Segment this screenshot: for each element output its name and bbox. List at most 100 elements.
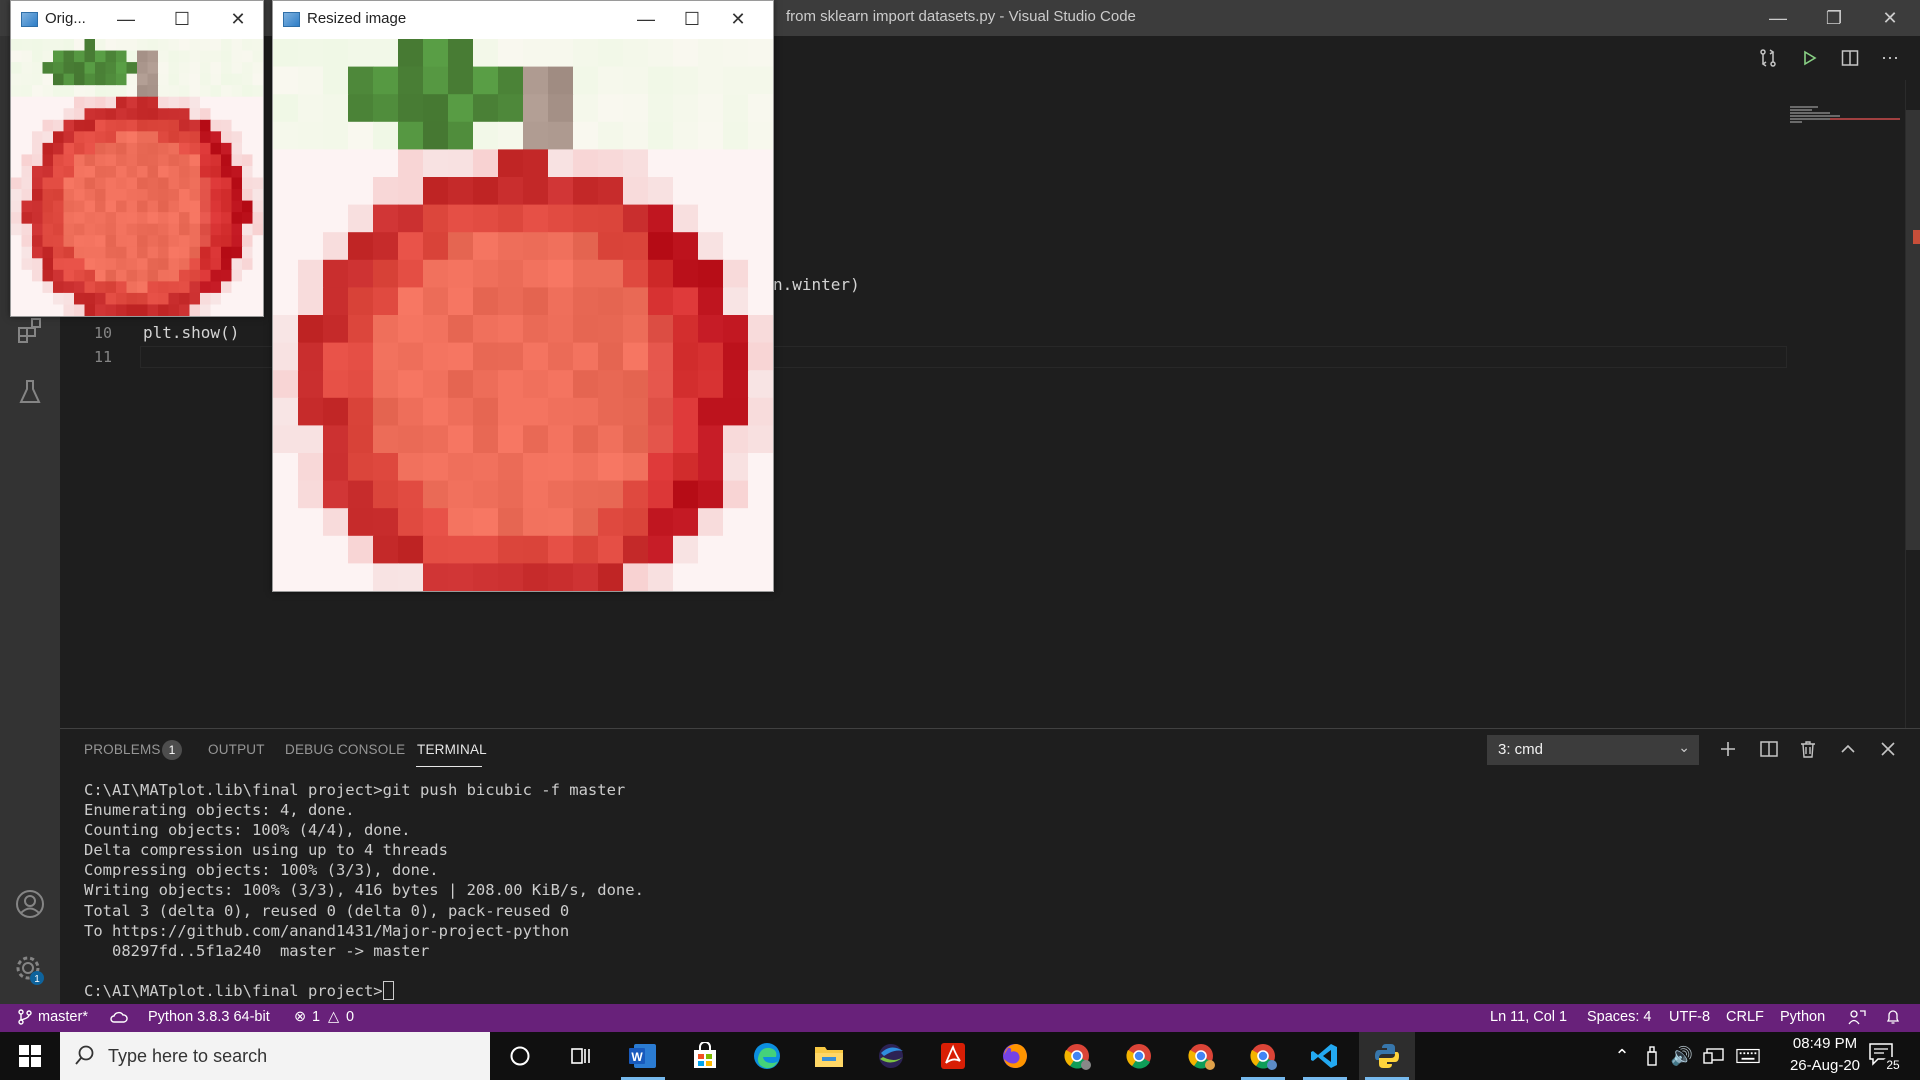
terminal-line: To https://github.com/anand1431/Major-pr… [84,921,570,940]
chrome-profile-1-icon[interactable] [1049,1032,1105,1080]
git-branch-icon [18,1009,32,1029]
terminal-line: Enumerating objects: 4, done. [84,801,355,820]
language-mode[interactable]: Python [1780,1009,1825,1025]
cortana-icon[interactable] [492,1032,548,1080]
adobe-acrobat-icon[interactable] [925,1032,981,1080]
apple-image-resized [273,39,773,591]
word-app-icon[interactable]: W [615,1032,671,1080]
terminal-selector-dropdown[interactable]: 3: cmd ⌄ [1487,735,1699,765]
vscode-app-icon[interactable] [1297,1032,1353,1080]
app-window-icon [283,12,300,27]
python-interpreter[interactable]: Python 3.8.3 64-bit [148,1009,270,1025]
git-branch[interactable]: master* [38,1009,88,1025]
original-image-titlebar[interactable]: Orig... — ☐ ✕ [11,1,263,37]
terminal-prompt: C:\AI\MATplot.lib\final project> [84,981,383,1000]
error-count[interactable]: 1 [312,1009,320,1025]
window-title: Resized image [307,10,407,27]
restore-button[interactable]: ❐ [1806,0,1862,36]
original-image-window[interactable]: Orig... — ☐ ✕ [10,0,264,317]
search-placeholder: Type here to search [108,1046,268,1066]
show-hidden-icons-chevron-icon[interactable]: ⌃ [1610,1042,1634,1070]
code-fragment: n.winter) [773,275,860,294]
status-bar: master* Python 3.8.3 64-bit ⊗ 1 △ 0 Ln 1… [0,1004,1920,1032]
tab-debug-console[interactable]: DEBUG CONSOLE [285,742,405,757]
active-tab-indicator [416,766,482,767]
chrome-profile-2-icon[interactable] [1173,1032,1229,1080]
close-button[interactable]: ✕ [715,1,761,37]
warning-count[interactable]: 0 [346,1009,354,1025]
microsoft-store-icon[interactable] [677,1032,733,1080]
clock-date[interactable]: 26-Aug-20 [1770,1057,1880,1074]
minimize-button[interactable]: — [623,1,669,37]
task-view-icon[interactable] [553,1032,609,1080]
close-button[interactable]: ✕ [1862,0,1918,36]
notifications-bell-icon[interactable] [1885,1009,1901,1029]
encoding[interactable]: UTF-8 [1669,1009,1710,1025]
error-scroll-marker [1913,230,1920,244]
python-app-icon[interactable] [1359,1032,1415,1080]
maximize-panel-chevron-up-icon[interactable] [1834,736,1862,762]
compare-changes-icon[interactable] [1754,46,1782,70]
search-icon [74,1044,96,1071]
minimize-button[interactable]: — [1750,0,1806,36]
close-button[interactable]: ✕ [215,1,261,37]
apple-image-original [11,39,263,316]
app-window-icon [21,12,38,27]
chrome-icon[interactable] [1111,1032,1167,1080]
taskbar-search-box[interactable]: Type here to search [60,1032,490,1080]
terminal-line: C:\AI\MATplot.lib\final project>git push… [84,781,626,799]
feedback-icon[interactable] [1848,1009,1866,1029]
more-actions-icon[interactable]: ⋯ [1876,46,1904,70]
network-icon[interactable] [1702,1042,1726,1070]
scrollbar-thumb[interactable] [1906,110,1920,550]
maximize-button[interactable]: ☐ [669,1,715,37]
line-number: 10 [93,324,112,342]
cursor-position[interactable]: Ln 11, Col 1 [1490,1009,1567,1025]
volume-icon[interactable]: 🔊 [1670,1042,1694,1070]
resized-image-window[interactable]: Resized image — ☐ ✕ [272,0,774,592]
error-icon[interactable]: ⊗ [294,1009,306,1025]
line-ending[interactable]: CRLF [1726,1009,1764,1025]
chevron-down-icon: ⌄ [1678,739,1690,755]
testing-flask-icon[interactable] [10,372,50,412]
maximize-button[interactable]: ☐ [159,1,205,37]
tab-terminal[interactable]: TERMINAL [417,742,487,757]
window-title: Orig... [45,10,86,27]
usb-device-icon[interactable] [1640,1042,1664,1070]
terminal-cursor [382,980,394,1000]
terminal-line: Delta compression using up to 4 threads [84,841,448,860]
terminal-prompt-line: C:\AI\MATplot.lib\final project> [84,980,1884,1001]
split-editor-icon[interactable] [1836,46,1864,70]
accounts-icon[interactable] [10,884,50,924]
terminal-line: Total 3 (delta 0), reused 0 (delta 0), p… [84,901,570,920]
terminal-selector-value: 3: cmd [1498,741,1544,758]
windows-start-icon[interactable] [0,1032,60,1080]
problems-count-badge: 1 [162,740,182,760]
sync-cloud-icon[interactable] [110,1009,128,1029]
keyboard-icon[interactable] [1736,1042,1760,1070]
run-icon[interactable] [1796,46,1824,70]
clock-time[interactable]: 08:49 PM [1770,1035,1880,1052]
chrome-profile-3-icon[interactable] [1235,1032,1291,1080]
tab-output[interactable]: OUTPUT [208,742,265,757]
split-terminal-icon[interactable] [1755,736,1783,762]
tab-problems[interactable]: PROBLEMS [84,742,161,757]
eclipse-ide-icon[interactable] [863,1032,919,1080]
indentation[interactable]: Spaces: 4 [1587,1009,1652,1025]
edge-browser-icon[interactable] [739,1032,795,1080]
terminal-line: 08297fd..5f1a240 master -> master [84,941,430,960]
file-explorer-icon[interactable] [801,1032,857,1080]
warning-icon[interactable]: △ [328,1009,339,1025]
minimap[interactable] [1790,106,1902,126]
new-terminal-plus-icon[interactable] [1714,736,1742,762]
close-panel-icon[interactable] [1874,736,1902,762]
minimize-button[interactable]: — [103,1,149,37]
terminal-output[interactable]: C:\AI\MATplot.lib\final project>git push… [84,780,1884,1001]
manage-gear-icon[interactable]: 1 [10,950,50,990]
action-center-icon[interactable]: 25 [1866,1040,1906,1074]
svg-text:1: 1 [34,974,40,985]
resized-image-titlebar[interactable]: Resized image — ☐ ✕ [273,1,773,37]
firefox-icon[interactable] [987,1032,1043,1080]
trash-icon[interactable] [1794,736,1822,762]
